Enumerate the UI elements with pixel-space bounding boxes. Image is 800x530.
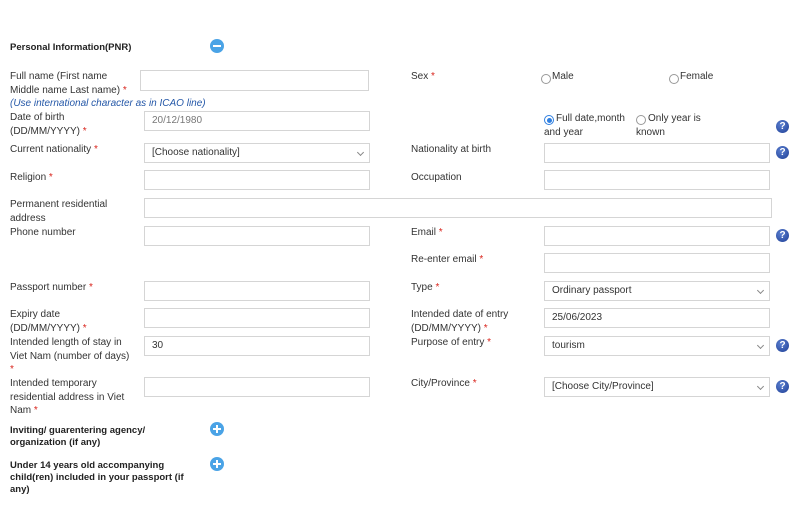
nationality-at-birth-input[interactable] (544, 143, 770, 163)
phone-label: Phone number (10, 227, 76, 238)
current-nationality-select[interactable]: [Choose nationality] (144, 143, 370, 163)
purpose-label: Purpose of entry * (411, 337, 492, 348)
religion-input[interactable] (144, 170, 370, 190)
help-icon[interactable]: ? (776, 120, 789, 133)
temp-address-input[interactable] (144, 377, 370, 397)
dob-full-date-label[interactable]: Full date,month and year (544, 112, 634, 139)
help-icon[interactable]: ? (776, 229, 789, 242)
expand-inviting-agency-button[interactable] (210, 422, 224, 436)
dob-year-only-label[interactable]: Only year is known (636, 112, 716, 139)
email-label: Email * (411, 227, 443, 238)
current-nationality-label: Current nationality * (10, 144, 98, 155)
passport-type-label: Type * (411, 282, 440, 293)
accompanying-children-section-title: Under 14 years old accompanying child(re… (10, 460, 184, 495)
length-of-stay-label: Intended length of stay in Viet Nam (num… (10, 337, 130, 375)
occupation-input[interactable] (544, 170, 770, 190)
passport-type-select[interactable]: Ordinary passport (544, 281, 770, 301)
length-of-stay-input[interactable]: 30 (144, 336, 370, 356)
phone-input[interactable] (144, 226, 370, 246)
minus-circle-icon (213, 45, 221, 47)
entry-date-label: Intended date of entry (DD/MM/YYYY) * (411, 309, 509, 334)
temp-address-label: Intended temporary residential address i… (10, 378, 125, 416)
passport-number-label: Passport number * (10, 282, 93, 293)
sex-male-label[interactable]: Male (552, 70, 574, 84)
permanent-address-label: Permanent residential address (10, 199, 108, 224)
help-icon[interactable]: ? (776, 380, 789, 393)
entry-date-input[interactable]: 25/06/2023 (544, 308, 770, 328)
inviting-agency-section-title: Inviting/ guarentering agency/ organizat… (10, 425, 146, 448)
expand-children-button[interactable] (210, 457, 224, 471)
full-name-hint: (Use international character as in ICAO … (10, 98, 206, 109)
passport-number-input[interactable] (144, 281, 370, 301)
help-icon[interactable]: ? (776, 146, 789, 159)
full-name-input[interactable] (140, 70, 369, 91)
reenter-email-input[interactable] (544, 253, 770, 273)
religion-label: Religion * (10, 172, 53, 183)
expiry-date-label: Expiry date (DD/MM/YYYY) * (10, 309, 87, 334)
permanent-address-input[interactable] (144, 198, 772, 218)
purpose-select[interactable]: tourism (544, 336, 770, 356)
collapse-section-button[interactable] (210, 39, 224, 53)
dob-input[interactable]: 20/12/1980 (144, 111, 370, 131)
sex-label: Sex * (411, 71, 435, 82)
occupation-label: Occupation (411, 172, 462, 183)
dob-label: Date of birth (DD/MM/YYYY) * (10, 112, 87, 137)
sex-female-radio[interactable] (669, 74, 679, 84)
city-label: City/Province * (411, 378, 477, 389)
nationality-at-birth-label: Nationality at birth (411, 144, 492, 155)
email-input[interactable] (544, 226, 770, 246)
sex-male-radio[interactable] (541, 74, 551, 84)
expiry-date-input[interactable] (144, 308, 370, 328)
help-icon[interactable]: ? (776, 339, 789, 352)
reenter-email-label: Re-enter email * (411, 254, 484, 265)
sex-female-label[interactable]: Female (680, 70, 713, 84)
section-title: Personal Information(PNR) (10, 42, 132, 53)
city-select[interactable]: [Choose City/Province] (544, 377, 770, 397)
full-name-label: Full name (First name Middle name Last n… (10, 71, 127, 96)
